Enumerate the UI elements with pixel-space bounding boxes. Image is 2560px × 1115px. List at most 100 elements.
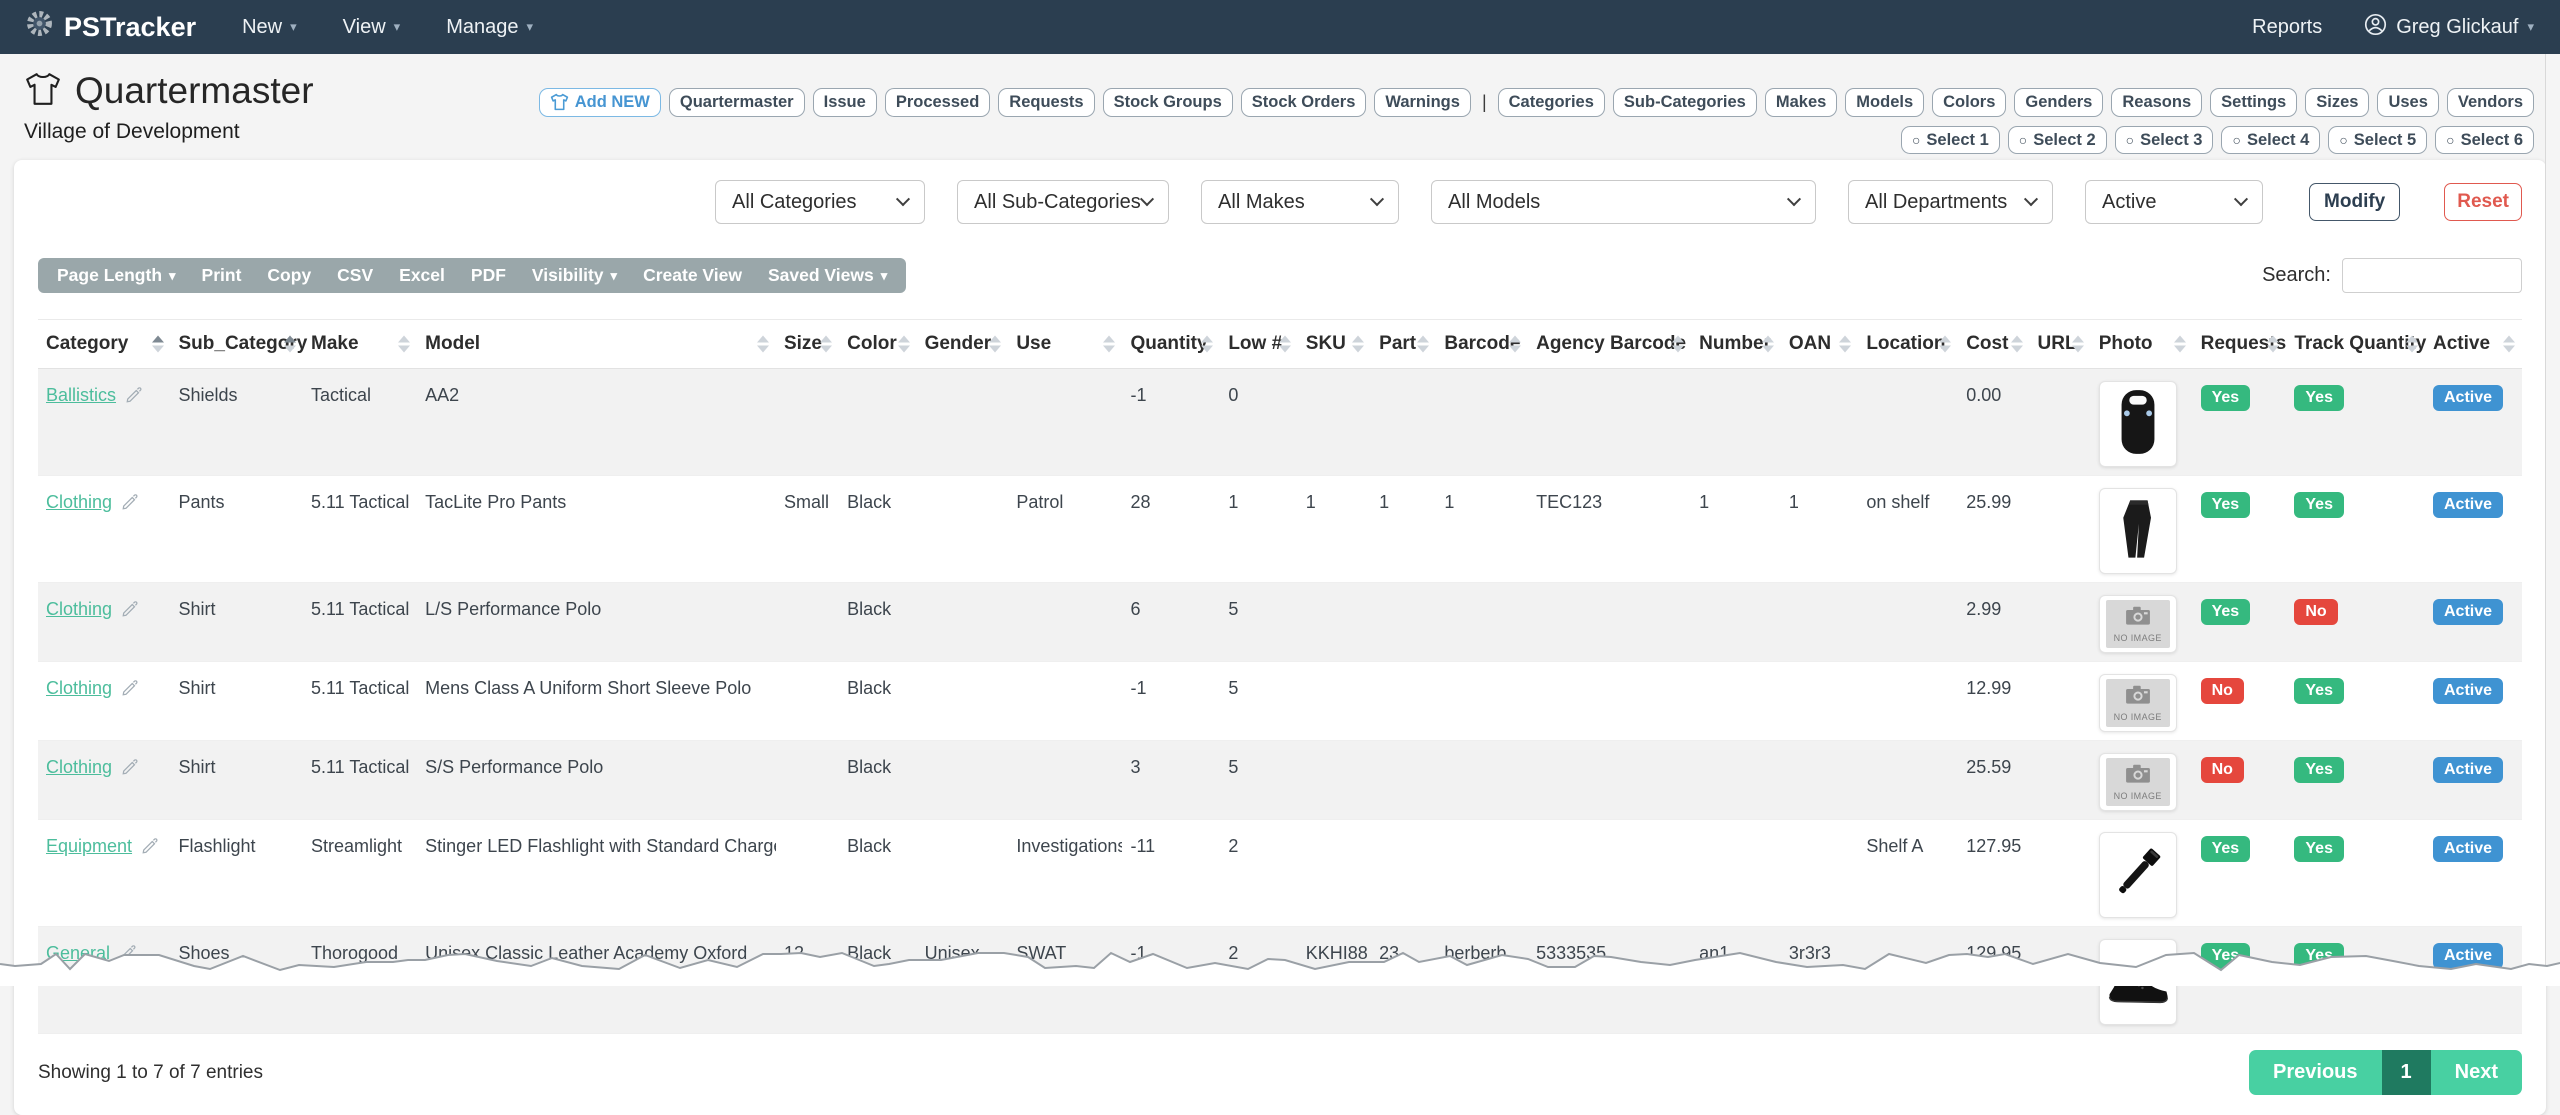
column-header-gender[interactable]: Gender <box>917 320 1009 369</box>
column-header-part[interactable]: Part <box>1371 320 1436 369</box>
category-link[interactable]: Clothing <box>46 757 112 777</box>
nav-button-add-new[interactable]: Add NEW <box>539 88 661 117</box>
toolbar-button-page-length[interactable]: Page Length▾ <box>44 262 189 289</box>
photo-thumbnail[interactable]: NO IMAGE <box>2099 753 2177 811</box>
column-header-model[interactable]: Model <box>417 320 776 369</box>
nav-button-stock-orders[interactable]: Stock Orders <box>1241 88 1367 117</box>
select-button-select-1[interactable]: ○Select 1 <box>1901 126 2000 155</box>
nav-button-issue[interactable]: Issue <box>813 88 877 117</box>
select-button-select-6[interactable]: ○Select 6 <box>2435 126 2534 155</box>
category-link[interactable]: Clothing <box>46 492 112 512</box>
modify-button[interactable]: Modify <box>2309 183 2400 221</box>
toolbar-button-saved-views[interactable]: Saved Views▾ <box>755 262 900 289</box>
next-page-button[interactable]: Next <box>2431 1050 2522 1095</box>
column-header-active[interactable]: Active <box>2425 320 2522 369</box>
nav-button-vendors[interactable]: Vendors <box>2447 88 2534 117</box>
column-header-track-quantity[interactable]: Track Quantity <box>2286 320 2425 369</box>
edit-pencil-icon[interactable] <box>119 944 137 967</box>
menu-manage[interactable]: Manage▾ <box>446 16 533 39</box>
nav-button-quartermaster[interactable]: Quartermaster <box>669 88 805 117</box>
toolbar-button-visibility[interactable]: Visibility▾ <box>519 262 630 289</box>
edit-pencil-icon[interactable] <box>121 493 139 516</box>
scrollbar-track[interactable] <box>2545 54 2560 986</box>
filter-status[interactable]: Active <box>2085 180 2263 224</box>
column-header-make[interactable]: Make <box>303 320 417 369</box>
photo-thumbnail[interactable] <box>2099 381 2177 467</box>
filter-makes[interactable]: All Makes <box>1201 180 1399 224</box>
column-header-number[interactable]: Number <box>1691 320 1781 369</box>
nav-button-sub-categories[interactable]: Sub-Categories <box>1613 88 1757 117</box>
nav-button-categories[interactable]: Categories <box>1498 88 1605 117</box>
select-button-select-4[interactable]: ○Select 4 <box>2221 126 2320 155</box>
nav-button-warnings[interactable]: Warnings <box>1374 88 1471 117</box>
filter-categories[interactable]: All Categories <box>715 180 925 224</box>
column-header-location[interactable]: Location <box>1858 320 1958 369</box>
column-header-cost[interactable]: Cost <box>1958 320 2029 369</box>
filter-models[interactable]: All Models <box>1431 180 1816 224</box>
photo-thumbnail[interactable] <box>2099 832 2177 918</box>
edit-pencil-icon[interactable] <box>121 758 139 781</box>
filter-sub-categories[interactable]: All Sub-Categories <box>957 180 1169 224</box>
nav-button-genders[interactable]: Genders <box>2014 88 2103 117</box>
search-input[interactable] <box>2342 258 2522 293</box>
menu-view[interactable]: View▾ <box>343 16 401 39</box>
toolbar-button-excel[interactable]: Excel <box>386 262 458 289</box>
nav-button-processed[interactable]: Processed <box>885 88 990 117</box>
nav-button-settings[interactable]: Settings <box>2210 88 2297 117</box>
category-link[interactable]: General <box>46 943 110 963</box>
nav-button-uses[interactable]: Uses <box>2377 88 2438 117</box>
column-header-color[interactable]: Color <box>839 320 916 369</box>
column-header-sub-category[interactable]: Sub_Category <box>171 320 304 369</box>
sort-arrows-icon <box>152 336 164 353</box>
photo-thumbnail[interactable] <box>2099 488 2177 574</box>
edit-pencil-icon[interactable] <box>121 679 139 702</box>
edit-pencil-icon[interactable] <box>125 386 143 409</box>
nav-button-requests[interactable]: Requests <box>998 88 1094 117</box>
column-header-oan[interactable]: OAN <box>1781 320 1858 369</box>
category-link[interactable]: Ballistics <box>46 385 116 405</box>
toolbar-button-copy[interactable]: Copy <box>254 262 324 289</box>
category-link[interactable]: Equipment <box>46 836 132 856</box>
select-button-select-5[interactable]: ○Select 5 <box>2328 126 2427 155</box>
category-link[interactable]: Clothing <box>46 599 112 619</box>
column-header-barcode[interactable]: Barcode <box>1436 320 1528 369</box>
app-logo[interactable]: PSTracker <box>26 10 196 44</box>
reports-link[interactable]: Reports <box>2252 16 2322 39</box>
column-header-agency-barcode[interactable]: Agency Barcode <box>1528 320 1691 369</box>
filter-departments[interactable]: All Departments <box>1848 180 2053 224</box>
toolbar-button-create-view[interactable]: Create View <box>630 262 755 289</box>
column-header-quantity[interactable]: Quantity <box>1122 320 1220 369</box>
menu-new[interactable]: New▾ <box>242 16 297 39</box>
edit-pencil-icon[interactable] <box>141 837 159 860</box>
nav-button-makes[interactable]: Makes <box>1765 88 1837 117</box>
category-link[interactable]: Clothing <box>46 678 112 698</box>
column-header-size[interactable]: Size <box>776 320 839 369</box>
nav-button-stock-groups[interactable]: Stock Groups <box>1103 88 1233 117</box>
column-header-use[interactable]: Use <box>1008 320 1122 369</box>
nav-button-reasons[interactable]: Reasons <box>2111 88 2202 117</box>
nav-button-colors[interactable]: Colors <box>1932 88 2006 117</box>
toolbar-button-pdf[interactable]: PDF <box>458 262 519 289</box>
column-header-category[interactable]: Category <box>38 320 171 369</box>
user-menu[interactable]: Greg Glickauf ▾ <box>2364 13 2534 42</box>
nav-button-models[interactable]: Models <box>1845 88 1924 117</box>
edit-pencil-icon[interactable] <box>121 600 139 623</box>
toolbar-button-print[interactable]: Print <box>189 262 255 289</box>
photo-thumbnail[interactable] <box>2099 939 2177 1025</box>
select-button-select-2[interactable]: ○Select 2 <box>2008 126 2107 155</box>
photo-thumbnail[interactable]: NO IMAGE <box>2099 595 2177 653</box>
column-header-url[interactable]: URL <box>2030 320 2091 369</box>
column-header-requests[interactable]: Requests <box>2193 320 2287 369</box>
toolbar-button-csv[interactable]: CSV <box>324 262 386 289</box>
column-header-sku[interactable]: SKU <box>1298 320 1371 369</box>
cell-requests: Yes <box>2193 583 2287 662</box>
column-header-low[interactable]: Low # <box>1220 320 1297 369</box>
nav-button-sizes[interactable]: Sizes <box>2305 88 2369 117</box>
previous-page-button[interactable]: Previous <box>2249 1050 2381 1095</box>
column-header-photo[interactable]: Photo <box>2091 320 2193 369</box>
photo-thumbnail[interactable]: NO IMAGE <box>2099 674 2177 732</box>
table-row: ClothingShirt5.11 TacticalS/S Performanc… <box>38 741 2522 820</box>
reset-button[interactable]: Reset <box>2444 183 2522 221</box>
page-number-button[interactable]: 1 <box>2382 1050 2431 1095</box>
select-button-select-3[interactable]: ○Select 3 <box>2115 126 2214 155</box>
